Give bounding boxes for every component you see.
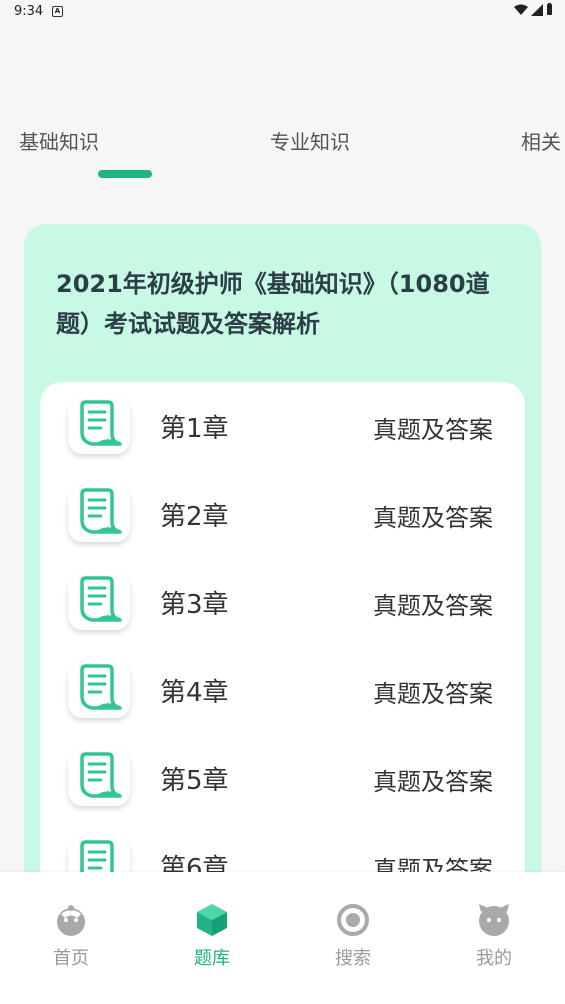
notification-icon: A [52, 6, 63, 17]
paper-scroll-icon [68, 750, 130, 806]
nav-home-label: 首页 [53, 948, 89, 969]
paper-scroll-icon [68, 662, 130, 718]
chapter-title: 第3章 [160, 590, 229, 620]
exam-title: 2021年初级护师《基础知识》（1080道题）考试试题及答案解析 [56, 270, 490, 338]
chapter-title: 第2章 [160, 502, 229, 532]
chapter-row[interactable]: 第4章 真题及答案 [40, 646, 525, 734]
chapter-action-link[interactable]: 真题及答案 [373, 498, 493, 533]
exam-card: 2021年初级护师《基础知识》（1080道题）考试试题及答案解析 第1章 真题及… [24, 224, 541, 942]
nav-home[interactable]: 首页 [26, 902, 116, 970]
chapter-title: 第4章 [160, 678, 229, 708]
nav-question-bank[interactable]: 题库 [167, 902, 257, 970]
nav-profile[interactable]: 我的 [449, 902, 539, 970]
paper-scroll-icon [68, 486, 130, 542]
status-time: 9:34 [14, 4, 44, 19]
chapter-row[interactable]: 第1章 真题及答案 [40, 382, 525, 470]
question-bank-icon [197, 904, 227, 936]
chapter-action-link[interactable]: 真题及答案 [373, 762, 493, 797]
home-icon [57, 905, 85, 936]
profile-icon [479, 904, 509, 936]
nav-search-label: 搜索 [335, 948, 371, 969]
chapter-action-link[interactable]: 真题及答案 [373, 586, 493, 621]
nav-question-bank-label: 题库 [194, 948, 230, 969]
paper-scroll-icon [68, 398, 130, 454]
paper-scroll-icon [68, 574, 130, 630]
tab-related-knowledge[interactable]: 相关 [521, 126, 561, 155]
search-icon [337, 904, 369, 936]
chapter-row[interactable]: 第5章 真题及答案 [40, 734, 525, 822]
chapter-title: 第5章 [160, 766, 229, 796]
nav-profile-label: 我的 [476, 948, 512, 969]
bottom-nav: 首页 题库 搜索 我的 [0, 872, 565, 1004]
chapter-action-link[interactable]: 真题及答案 [373, 674, 493, 709]
status-bar: 9:34 A [0, 0, 565, 24]
tab-basic-knowledge[interactable]: 基础知识 [19, 126, 99, 155]
chapter-title: 第1章 [160, 414, 229, 444]
signal-icon [531, 3, 543, 16]
chapter-row[interactable]: 第3章 真题及答案 [40, 558, 525, 646]
chapter-list: 第1章 真题及答案 第2章 真题及答案 第3章 真题及答案 第4章 真题及答案 … [40, 382, 525, 942]
battery-icon [547, 3, 552, 15]
status-icons [514, 3, 553, 16]
chapter-action-link[interactable]: 真题及答案 [373, 410, 493, 445]
wifi-icon [514, 4, 528, 15]
nav-search[interactable]: 搜索 [308, 902, 398, 970]
category-tabs: 基础知识 专业知识 相关 [0, 120, 565, 180]
tab-active-indicator [98, 170, 152, 178]
tab-professional-knowledge[interactable]: 专业知识 [270, 126, 350, 155]
chapter-row[interactable]: 第2章 真题及答案 [40, 470, 525, 558]
